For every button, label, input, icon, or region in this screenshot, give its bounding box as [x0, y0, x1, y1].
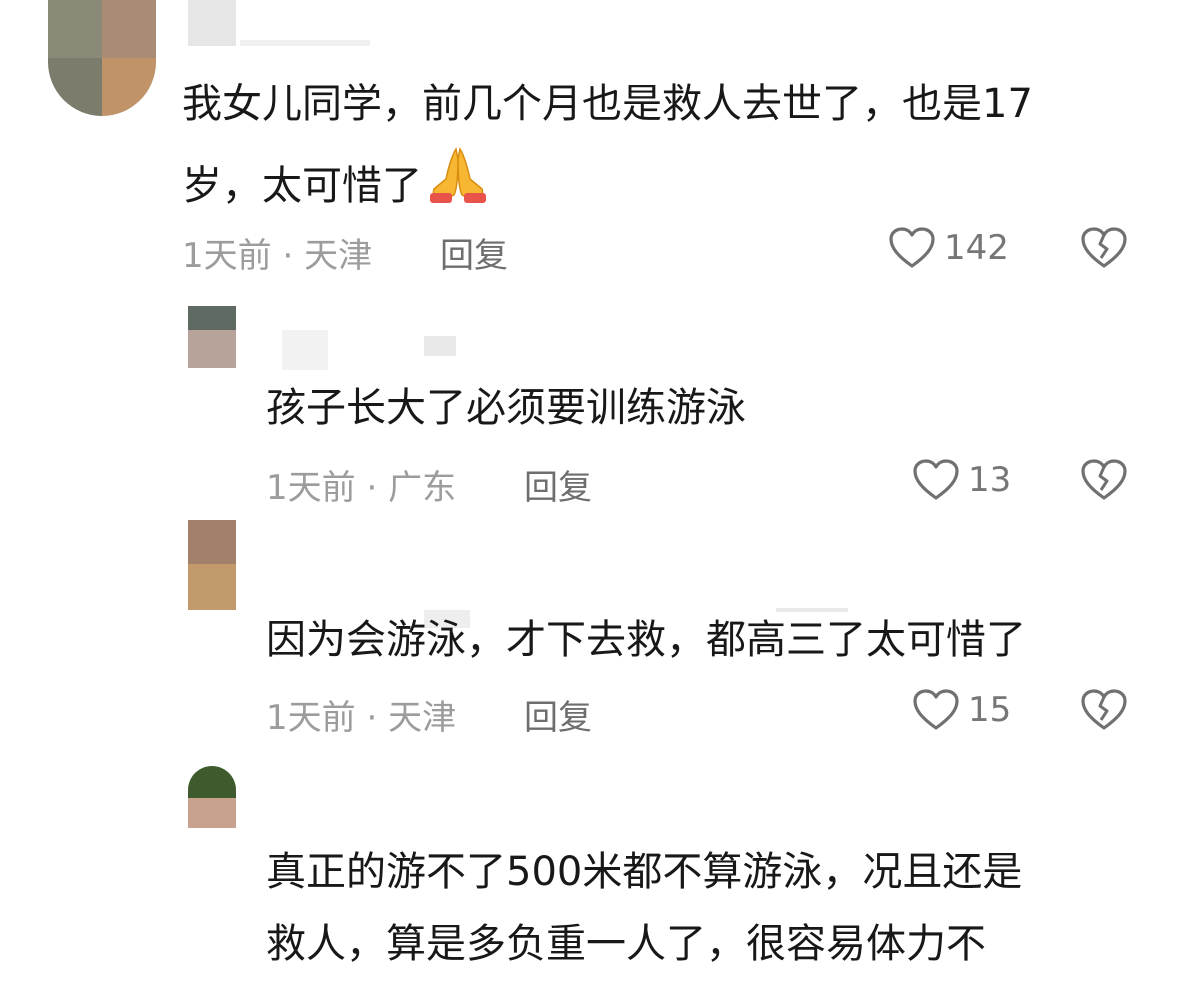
- comment-time: 1天前: [182, 236, 272, 276]
- like-count: 142: [944, 228, 1009, 268]
- username-blurred[interactable]: [188, 0, 236, 46]
- reply-button[interactable]: 回复: [524, 690, 592, 739]
- heart-outline-icon[interactable]: [912, 688, 960, 736]
- comment-text: 救人，算是多负重一人了，很容易体力不: [266, 921, 986, 967]
- reply-button[interactable]: 回复: [440, 228, 508, 277]
- broken-heart-icon[interactable]: [1080, 458, 1128, 506]
- comment-text: 孩子长大了必须要训练游泳: [266, 385, 746, 431]
- avatar[interactable]: [188, 520, 236, 610]
- username-blurred[interactable]: [282, 330, 328, 370]
- username-blurred: [424, 336, 456, 356]
- comment-text: 因为会游泳，才下去救，都高三了太可惜了: [266, 617, 1026, 663]
- comment-meta: 1天前 · 天津: [182, 236, 373, 276]
- broken-heart-icon[interactable]: [1080, 688, 1128, 736]
- comment-text: 我女儿同学，前几个月也是救人去世了，也是17: [182, 81, 1033, 127]
- like-count: 15: [968, 690, 1012, 730]
- comment-location: 天津: [304, 236, 373, 276]
- comment-meta: 1天前 · 天津: [266, 698, 457, 738]
- avatar[interactable]: [48, 0, 156, 116]
- comment-location: 广东: [388, 468, 457, 508]
- heart-outline-icon[interactable]: [888, 226, 936, 274]
- reply-button[interactable]: 回复: [524, 460, 592, 509]
- heart-outline-icon[interactable]: [912, 458, 960, 506]
- comment-time: 1天前: [266, 468, 356, 508]
- username-blurred: [240, 40, 370, 46]
- avatar[interactable]: [188, 766, 236, 828]
- comment-meta: 1天前 · 广东: [266, 468, 457, 508]
- broken-heart-icon[interactable]: [1080, 226, 1128, 274]
- comment-location: 天津: [388, 698, 457, 738]
- like-count: 13: [968, 460, 1012, 500]
- praying-hands-icon: [426, 145, 490, 224]
- comment-text: 岁，太可惜了: [182, 145, 490, 224]
- avatar[interactable]: [188, 306, 236, 368]
- comment-text: 真正的游不了500米都不算游泳，况且还是: [266, 849, 1023, 895]
- comment-time: 1天前: [266, 698, 356, 738]
